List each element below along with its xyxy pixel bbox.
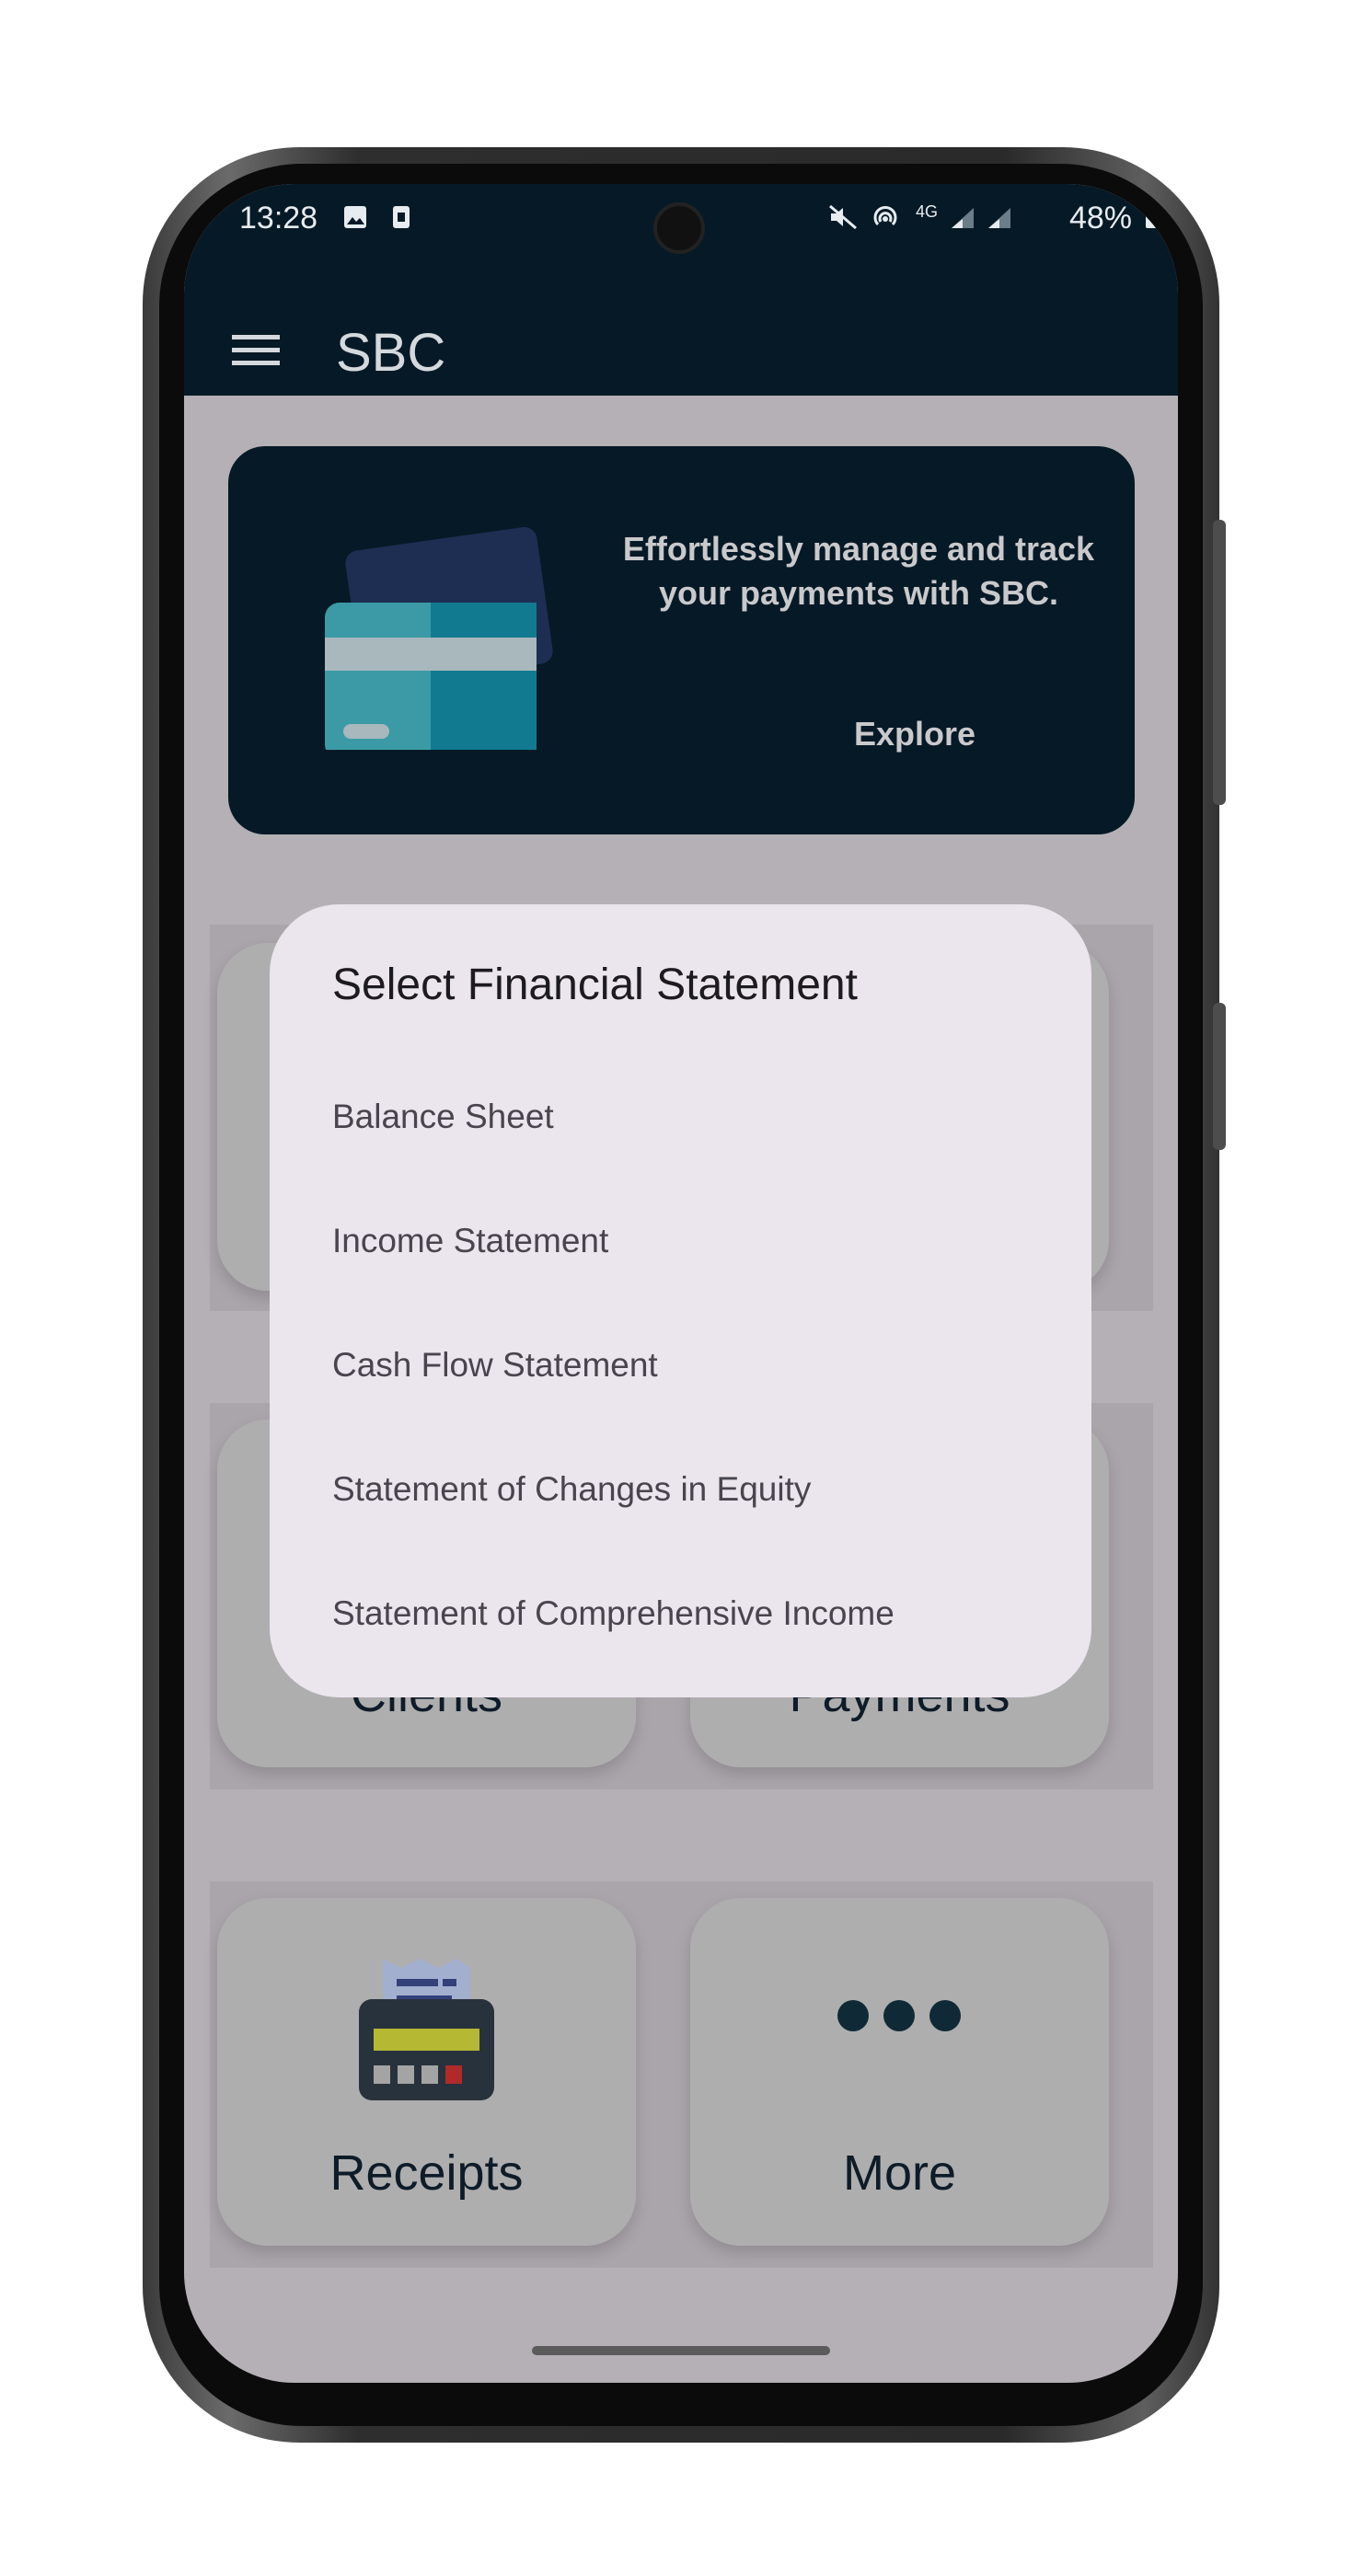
receipt-printer-icon <box>359 1959 494 2100</box>
app-bar: SBC <box>184 304 1178 396</box>
network-type: 4G <box>916 202 939 221</box>
screen: 13:28 4G 48% SBC Effortlessly manage and… <box>184 184 1178 2383</box>
option-income-statement[interactable]: Income Statement <box>332 1222 608 1260</box>
card-row-3: Receipts More <box>210 1881 1153 2268</box>
hamburger-menu-icon[interactable] <box>230 324 282 375</box>
explore-button[interactable]: Explore <box>854 715 975 753</box>
home-indicator[interactable] <box>532 2346 830 2355</box>
hotspot-icon <box>873 206 897 226</box>
banner-text: Effortlessly manage and track your payme… <box>622 530 1095 612</box>
mute-icon <box>829 204 857 230</box>
status-time: 13:28 <box>239 201 318 236</box>
option-changes-in-equity[interactable]: Statement of Changes in Equity <box>332 1470 811 1509</box>
dialog-title: Select Financial Statement <box>332 960 858 1009</box>
credit-card-icon <box>325 526 553 750</box>
battery-percentage: 48% <box>1068 201 1132 236</box>
signal-icon <box>952 208 974 228</box>
signal-icon-2 <box>988 208 1010 228</box>
status-bar: 13:28 4G 48% <box>184 184 1178 304</box>
more-card[interactable]: More <box>690 1898 1109 2246</box>
app-title: SBC <box>336 323 446 383</box>
volume-button <box>1213 520 1226 805</box>
receipts-card[interactable]: Receipts <box>217 1898 636 2246</box>
battery-icon <box>1146 205 1159 228</box>
power-button <box>1213 1003 1226 1150</box>
front-camera <box>653 202 705 254</box>
more-dots-icon <box>837 2000 961 2031</box>
sim-notification-icon <box>393 206 410 228</box>
financial-statement-dialog: Select Financial Statement Balance Sheet… <box>270 904 1091 1697</box>
more-label: More <box>842 2145 957 2201</box>
option-balance-sheet[interactable]: Balance Sheet <box>332 1098 554 1136</box>
gallery-notification-icon <box>344 206 366 228</box>
receipts-label: Receipts <box>329 2145 524 2201</box>
option-comprehensive-income[interactable]: Statement of Comprehensive Income <box>332 1594 895 1633</box>
promo-banner: Effortlessly manage and track your payme… <box>228 446 1135 834</box>
option-cash-flow-statement[interactable]: Cash Flow Statement <box>332 1346 658 1385</box>
